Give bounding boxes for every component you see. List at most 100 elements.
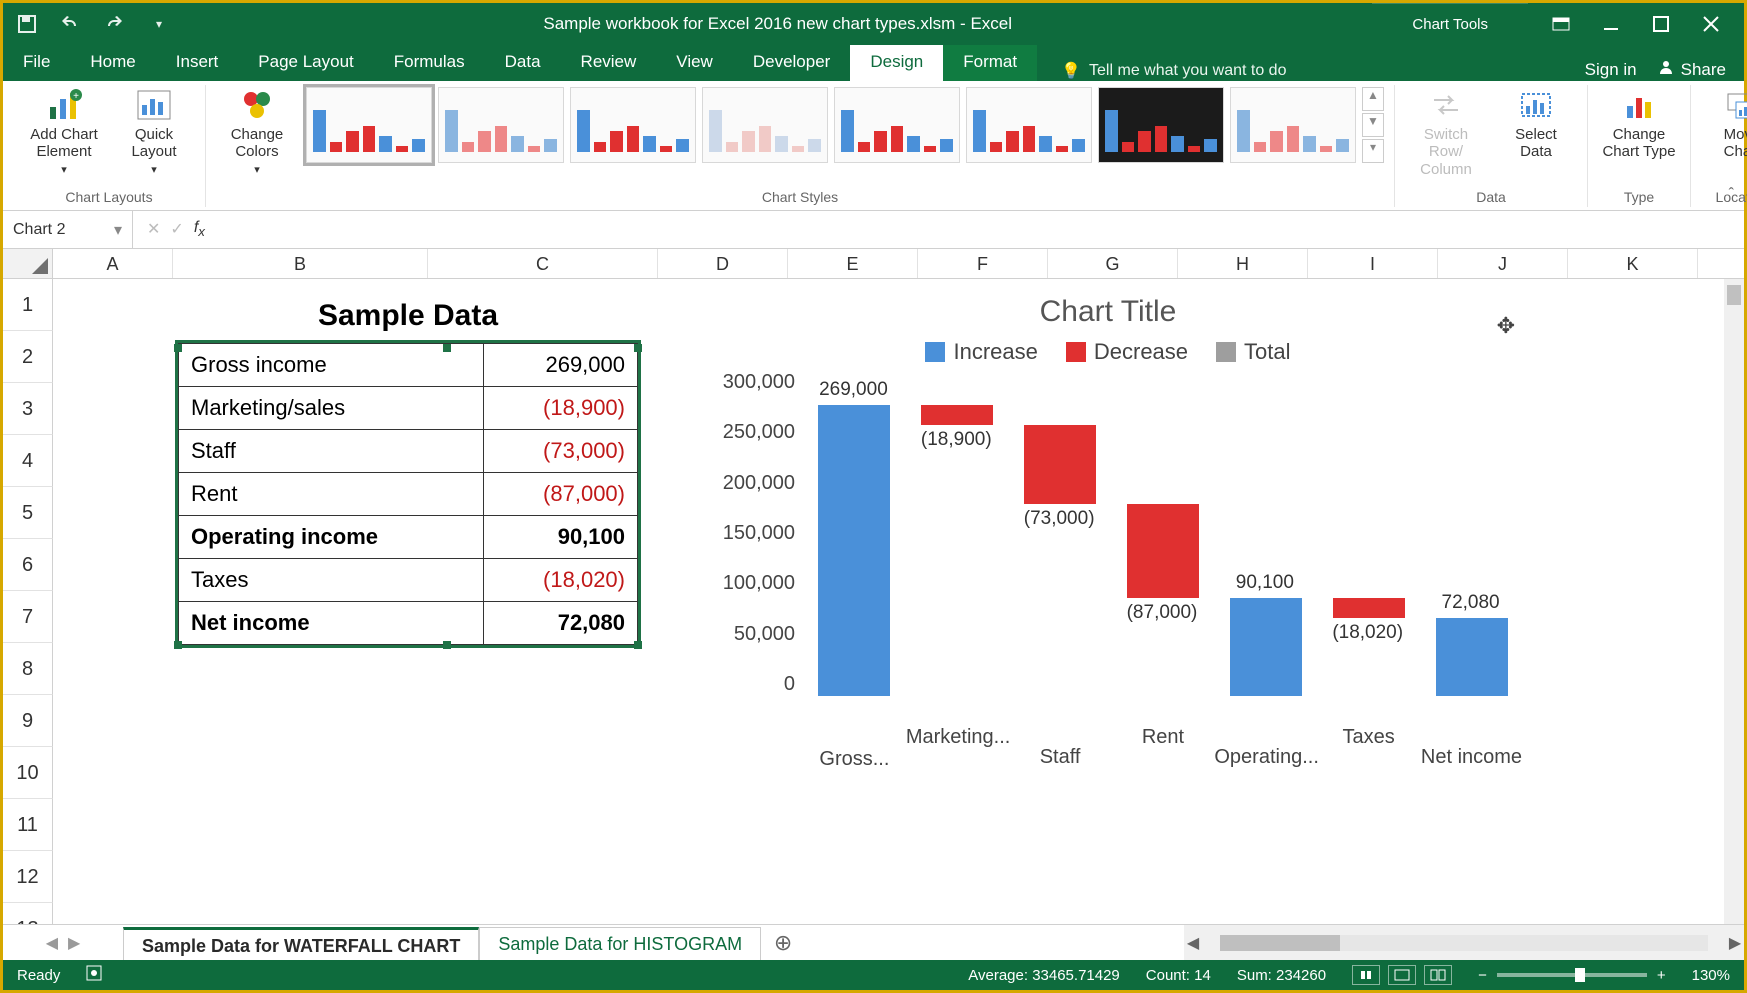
chart-style-5[interactable] bbox=[834, 87, 960, 163]
table-cell-label[interactable]: Marketing/sales bbox=[179, 387, 484, 430]
chart-bar[interactable] bbox=[1127, 504, 1199, 598]
close-icon[interactable] bbox=[1700, 13, 1722, 35]
table-cell-label[interactable]: Gross income bbox=[179, 344, 484, 387]
chart-title[interactable]: Chart Title bbox=[683, 291, 1533, 339]
view-page-break-icon[interactable] bbox=[1424, 965, 1452, 985]
chart-style-8[interactable] bbox=[1230, 87, 1356, 163]
row-header[interactable]: 1 bbox=[3, 279, 53, 331]
fx-icon[interactable]: fx bbox=[194, 219, 205, 239]
column-header[interactable]: F bbox=[918, 249, 1048, 278]
column-header[interactable]: E bbox=[788, 249, 918, 278]
row-header[interactable]: 11 bbox=[3, 799, 53, 851]
move-chart-button[interactable]: Move Chart bbox=[1701, 87, 1747, 161]
zoom-slider[interactable]: − + bbox=[1478, 967, 1666, 984]
row-header[interactable]: 5 bbox=[3, 487, 53, 539]
row-header[interactable]: 12 bbox=[3, 851, 53, 903]
table-cell-value[interactable]: (18,900) bbox=[484, 387, 638, 430]
gallery-scroll-up[interactable]: ▲ bbox=[1362, 87, 1384, 111]
chevron-down-icon[interactable]: ▾ bbox=[114, 220, 122, 240]
chart-bar[interactable] bbox=[921, 405, 993, 425]
column-header[interactable]: I bbox=[1308, 249, 1438, 278]
data-table-selection[interactable]: Sample Data Gross income269,000Marketing… bbox=[178, 299, 638, 645]
column-header[interactable]: G bbox=[1048, 249, 1178, 278]
chart-style-7[interactable] bbox=[1098, 87, 1224, 163]
ribbon-options-icon[interactable] bbox=[1550, 13, 1572, 35]
quick-layout-button[interactable]: Quick Layout▾ bbox=[113, 87, 195, 176]
row-header[interactable]: 6 bbox=[3, 539, 53, 591]
gallery-scroll-down[interactable]: ▼ bbox=[1362, 113, 1384, 137]
tab-file[interactable]: File bbox=[3, 45, 70, 81]
tab-scroll-right[interactable]: ▶ bbox=[68, 933, 80, 953]
tab-developer[interactable]: Developer bbox=[733, 45, 851, 81]
column-header[interactable]: C bbox=[428, 249, 658, 278]
column-header[interactable]: A bbox=[53, 249, 173, 278]
macro-record-icon[interactable] bbox=[86, 965, 102, 985]
row-header[interactable]: 7 bbox=[3, 591, 53, 643]
tab-page-layout[interactable]: Page Layout bbox=[238, 45, 373, 81]
change-colors-button[interactable]: Change Colors▾ bbox=[216, 87, 298, 176]
maximize-icon[interactable] bbox=[1650, 13, 1672, 35]
table-cell-value[interactable]: (18,020) bbox=[484, 559, 638, 602]
chart-style-2[interactable] bbox=[438, 87, 564, 163]
change-chart-type-button[interactable]: Change Chart Type bbox=[1598, 87, 1680, 161]
column-header[interactable]: J bbox=[1438, 249, 1568, 278]
vertical-scrollbar[interactable] bbox=[1724, 279, 1744, 929]
undo-icon[interactable] bbox=[57, 10, 85, 38]
horizontal-scrollbar[interactable]: ◀▶ bbox=[1184, 925, 1744, 960]
table-cell-label[interactable]: Operating income bbox=[179, 516, 484, 559]
row-header[interactable]: 10 bbox=[3, 747, 53, 799]
chart-bar[interactable] bbox=[818, 405, 890, 696]
column-header[interactable]: H bbox=[1178, 249, 1308, 278]
minimize-icon[interactable] bbox=[1600, 13, 1622, 35]
view-page-layout-icon[interactable] bbox=[1388, 965, 1416, 985]
row-header[interactable]: 9 bbox=[3, 695, 53, 747]
table-cell-value[interactable]: 269,000 bbox=[484, 344, 638, 387]
table-cell-value[interactable]: (87,000) bbox=[484, 473, 638, 516]
table-cell-label[interactable]: Taxes bbox=[179, 559, 484, 602]
row-header[interactable]: 3 bbox=[3, 383, 53, 435]
table-cell-label[interactable]: Net income bbox=[179, 602, 484, 645]
tab-review[interactable]: Review bbox=[561, 45, 657, 81]
column-header[interactable]: B bbox=[173, 249, 428, 278]
row-header[interactable]: 8 bbox=[3, 643, 53, 695]
tab-view[interactable]: View bbox=[656, 45, 733, 81]
chart-style-4[interactable] bbox=[702, 87, 828, 163]
column-header[interactable]: K bbox=[1568, 249, 1698, 278]
chart-bar[interactable] bbox=[1436, 618, 1508, 696]
tab-design[interactable]: Design bbox=[850, 45, 943, 81]
chart-bar[interactable] bbox=[1230, 598, 1302, 696]
chart-style-1[interactable] bbox=[306, 87, 432, 163]
zoom-out-icon[interactable]: − bbox=[1478, 967, 1487, 984]
table-cell-label[interactable]: Staff bbox=[179, 430, 484, 473]
chart-bar[interactable] bbox=[1024, 425, 1096, 504]
table-cell-value[interactable]: (73,000) bbox=[484, 430, 638, 473]
view-normal-icon[interactable] bbox=[1352, 965, 1380, 985]
collapse-ribbon-icon[interactable]: ˆ bbox=[1729, 186, 1734, 204]
column-header[interactable]: D bbox=[658, 249, 788, 278]
save-icon[interactable] bbox=[13, 10, 41, 38]
select-data-button[interactable]: Select Data bbox=[1495, 87, 1577, 161]
sign-in-link[interactable]: Sign in bbox=[1585, 60, 1637, 80]
sheet-tab-waterfall[interactable]: Sample Data for WATERFALL CHART bbox=[123, 927, 479, 960]
chart-styles-gallery[interactable]: ▲ ▼ ▾ bbox=[306, 87, 1384, 163]
redo-icon[interactable] bbox=[101, 10, 129, 38]
table-cell-value[interactable]: 90,100 bbox=[484, 516, 638, 559]
chevron-down-icon[interactable]: ▾ bbox=[145, 10, 173, 38]
tab-data[interactable]: Data bbox=[485, 45, 561, 81]
select-all-button[interactable] bbox=[3, 249, 53, 279]
tab-scroll-left[interactable]: ◀ bbox=[46, 933, 58, 953]
add-chart-element-button[interactable]: + Add Chart Element▾ bbox=[23, 87, 105, 176]
table-cell-value[interactable]: 72,080 bbox=[484, 602, 638, 645]
chart-style-3[interactable] bbox=[570, 87, 696, 163]
share-button[interactable]: Share bbox=[1657, 58, 1726, 81]
chart-bar[interactable] bbox=[1333, 598, 1405, 618]
zoom-level[interactable]: 130% bbox=[1692, 967, 1730, 984]
row-header[interactable]: 4 bbox=[3, 435, 53, 487]
tab-home[interactable]: Home bbox=[70, 45, 155, 81]
table-cell-label[interactable]: Rent bbox=[179, 473, 484, 516]
sheet-tab-histogram[interactable]: Sample Data for HISTOGRAM bbox=[479, 927, 761, 960]
chart-style-6[interactable] bbox=[966, 87, 1092, 163]
tab-insert[interactable]: Insert bbox=[156, 45, 239, 81]
gallery-more[interactable]: ▾ bbox=[1362, 139, 1384, 163]
tab-formulas[interactable]: Formulas bbox=[374, 45, 485, 81]
